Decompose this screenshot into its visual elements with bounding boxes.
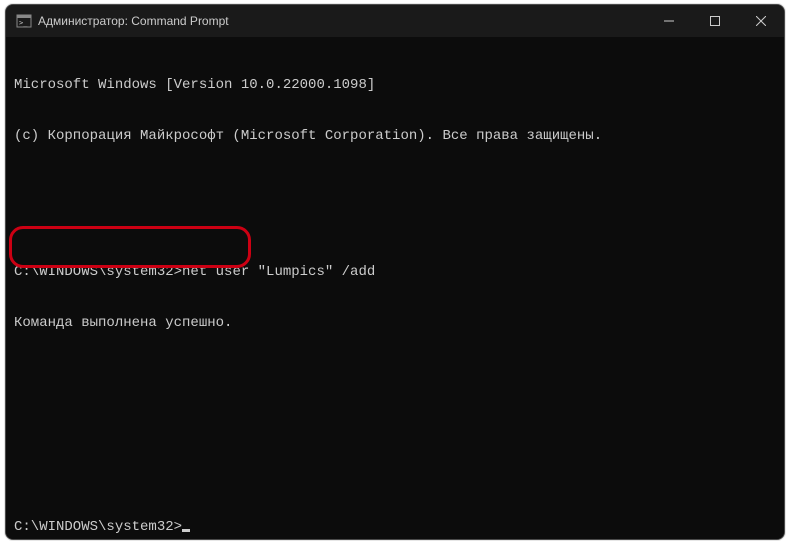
version-line: Microsoft Windows [Version 10.0.22000.10… [14,77,776,94]
prompt-path: C:\WINDOWS\system32> [14,519,182,535]
blank-line [14,179,776,196]
prompt-path: C:\WINDOWS\system32> [14,264,182,280]
blank-line [14,417,776,434]
copyright-line: (c) Корпорация Майкрософт (Microsoft Cor… [14,128,776,145]
close-button[interactable] [738,5,784,37]
maximize-button[interactable] [692,5,738,37]
svg-text:>_: >_ [19,19,28,27]
command-line-2: C:\WINDOWS\system32> [14,519,776,536]
terminal-content[interactable]: Microsoft Windows [Version 10.0.22000.10… [6,37,784,539]
annotation-highlight [9,226,251,268]
window-title: Администратор: Command Prompt [38,14,229,28]
titlebar[interactable]: >_ Администратор: Command Prompt [6,5,784,37]
cmd-icon: >_ [16,13,32,29]
cursor [182,529,190,532]
command-prompt-window: >_ Администратор: Command Prompt Microso… [5,4,785,540]
result-line: Команда выполнена успешно. [14,315,776,332]
command-input: net user "Lumpics" /add [182,264,375,280]
blank-line [14,468,776,485]
command-line-1: C:\WINDOWS\system32>net user "Lumpics" /… [14,264,776,281]
minimize-button[interactable] [646,5,692,37]
window-controls [646,5,784,37]
